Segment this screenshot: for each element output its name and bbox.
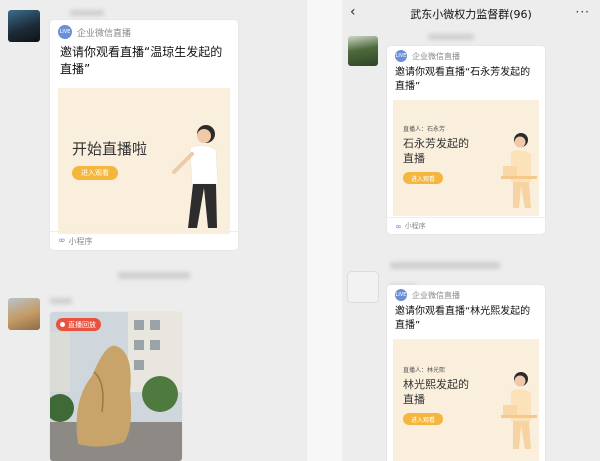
live-invite-card-2[interactable]: LIVE 企业微信直播 邀请你观看直播“林光熙发起的直播” 直播人：林光熙 林光… [387, 285, 545, 461]
divider-gap [307, 0, 342, 461]
live-badge-icon: LIVE [58, 25, 72, 39]
card-header: LIVE 企业微信直播 [50, 20, 238, 44]
card-header: LIVE 企业微信直播 [387, 46, 545, 66]
live-cover: 直播人：石永芳 石永芳发起的直播 进入观看 [393, 100, 539, 216]
more-icon[interactable]: ··· [576, 5, 590, 19]
blurred-sender-name [70, 10, 104, 16]
presenter-illustration [501, 372, 537, 449]
source-label: 企业微信直播 [77, 28, 132, 39]
replay-badge: 直播回放 [56, 318, 101, 331]
left-chat-screenshot: LIVE 企业微信直播 邀请你观看直播“温琼生发起的直播” 开始直播啦 进入观看… [0, 0, 307, 461]
replay-dot-icon [60, 322, 65, 327]
chat-header: ‹ 武东小微权力监督群(96) ··· [342, 0, 600, 28]
invite-text: 邀请你观看直播“温琼生发起的直播” [60, 45, 223, 76]
invite-text: 邀请你观看直播“石永芳发起的直播” [395, 67, 531, 92]
live-badge-icon: LIVE [395, 289, 407, 301]
live-invite-card[interactable]: LIVE 企业微信直播 邀请你观看直播“石永芳发起的直播” 直播人：石永芳 石永… [387, 46, 545, 234]
replay-badge-label: 直播回放 [68, 320, 96, 329]
replay-cover-photo [50, 312, 182, 461]
chat-title: 武东小微权力监督群(96) [410, 8, 532, 21]
blurred-timestamp [390, 262, 500, 269]
right-chat-screenshot: ‹ 武东小微权力监督群(96) ··· LIVE 企业微信直播 邀请你观看直播“… [342, 0, 600, 461]
back-icon[interactable]: ‹ [350, 4, 356, 20]
presenter-illustration [172, 125, 219, 228]
mini-program-icon: ∞ [58, 236, 66, 246]
invite-text: 邀请你观看直播“林光熙发起的直播” [395, 306, 531, 331]
live-cover: 开始直播啦 进入观看 [58, 88, 230, 234]
mini-program-footer: ∞ 小程序 [50, 231, 238, 250]
sender-avatar[interactable] [348, 36, 378, 66]
blurred-sender-name-2 [50, 298, 72, 304]
mini-program-label: 小程序 [68, 236, 93, 246]
live-cover: 直播人：林光熙 林光熙发起的直播 进入观看 [393, 339, 539, 461]
source-label: 企业微信直播 [412, 290, 460, 300]
mini-program-footer: ∞ 小程序 [387, 217, 545, 234]
live-badge-icon: LIVE [395, 50, 407, 62]
sender-avatar[interactable] [8, 10, 40, 42]
sender-avatar-2[interactable] [8, 298, 40, 330]
blurred-sender-name [428, 34, 474, 40]
source-label: 企业微信直播 [412, 51, 460, 61]
mini-program-icon: ∞ [395, 221, 402, 231]
sender-avatar-2[interactable] [348, 272, 378, 302]
replay-video-card[interactable]: 直播回放 [50, 312, 182, 461]
live-invite-card[interactable]: LIVE 企业微信直播 邀请你观看直播“温琼生发起的直播” 开始直播啦 进入观看… [50, 20, 238, 250]
blurred-timestamp [118, 272, 190, 279]
card-header: LIVE 企业微信直播 [387, 285, 545, 305]
mini-program-label: 小程序 [404, 222, 426, 230]
presenter-illustration [501, 133, 537, 208]
